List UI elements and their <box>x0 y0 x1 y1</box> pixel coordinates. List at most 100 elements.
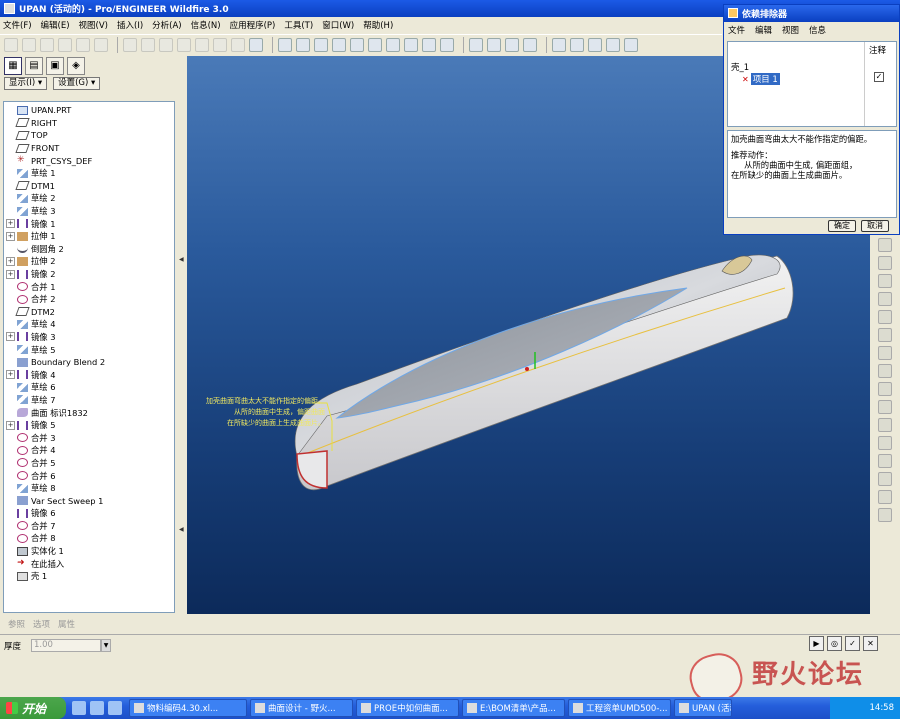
thickness-dropdown-icon[interactable]: ▼ <box>101 639 112 652</box>
spin-center-icon[interactable] <box>296 37 310 52</box>
zoom-out-icon[interactable] <box>350 37 364 52</box>
datum-axes-icon[interactable] <box>570 37 584 52</box>
print-icon[interactable] <box>58 37 72 52</box>
dialog-menu-info[interactable]: 信息 <box>809 24 826 36</box>
tree-item[interactable]: DTM2 <box>4 306 174 319</box>
show-dropdown[interactable]: 显示(I) ▾ <box>4 77 48 90</box>
tree-item[interactable]: + 镜像 3 <box>4 331 174 344</box>
favorites-tab-icon[interactable]: ▣ <box>46 57 64 75</box>
tree-item[interactable]: 合并 2 <box>4 293 174 306</box>
tree-item[interactable]: + 镜像 4 <box>4 368 174 381</box>
layers-icon[interactable] <box>422 37 436 52</box>
paste-special-icon[interactable] <box>213 37 227 52</box>
note-checkbox[interactable]: ✓ <box>874 72 884 82</box>
tree-item[interactable]: ✳ PRT_CSYS_DEF <box>4 154 174 167</box>
datum-points-icon[interactable] <box>588 37 602 52</box>
tree-item[interactable]: 合并 4 <box>4 444 174 457</box>
list-item[interactable]: 壳_1 <box>731 61 749 73</box>
menu-applications[interactable]: 应用程序(P) <box>230 19 276 31</box>
expand-toggle-icon[interactable]: + <box>6 370 15 380</box>
chamfer-tool-icon[interactable] <box>878 418 892 432</box>
tree-item[interactable]: 合并 8 <box>4 532 174 545</box>
hidden-line-icon[interactable] <box>487 37 501 52</box>
menu-tools[interactable]: 工具(T) <box>284 19 313 31</box>
tree-item[interactable]: 草绘 8 <box>4 482 174 495</box>
tree-item[interactable]: RIGHT <box>4 117 174 130</box>
undo-icon[interactable] <box>123 37 137 52</box>
send-icon[interactable] <box>94 37 108 52</box>
tree-item[interactable]: ➜ 在此插入 <box>4 557 174 570</box>
taskbar-item-active[interactable]: UPAN (活动的) - ... <box>674 699 732 717</box>
tree-item[interactable]: 合并 5 <box>4 457 174 470</box>
tree-item[interactable]: UPAN.PRT <box>4 104 174 117</box>
pause-icon[interactable]: ▶ <box>809 636 824 651</box>
view-manager-icon[interactable] <box>440 37 454 52</box>
tree-item[interactable]: 草绘 5 <box>4 343 174 356</box>
tree-item[interactable]: DTM1 <box>4 180 174 193</box>
mirror-tool-icon[interactable] <box>878 454 892 468</box>
tree-item[interactable]: 合并 6 <box>4 469 174 482</box>
boundary-blend-icon[interactable] <box>878 292 892 306</box>
list-item-selected[interactable]: ✕ 项目 1 <box>742 73 780 85</box>
menu-file[interactable]: 文件(F) <box>3 19 32 31</box>
expand-toggle-icon[interactable]: + <box>6 231 15 241</box>
menu-edit[interactable]: 编辑(E) <box>41 19 70 31</box>
desktop-icon[interactable] <box>72 701 86 715</box>
no-hidden-icon[interactable] <box>505 37 519 52</box>
datum-planes-icon[interactable] <box>552 37 566 52</box>
variable-sweep-icon[interactable] <box>878 274 892 288</box>
dialog-item-list[interactable]: 注释 壳_1 ✕ 项目 1 ✓ <box>727 41 897 127</box>
coordinate-systems-icon[interactable] <box>606 37 620 52</box>
email-icon[interactable] <box>76 37 90 52</box>
dialog-menu-edit[interactable]: 编辑 <box>755 24 772 36</box>
extrude-tool-icon[interactable] <box>878 238 892 252</box>
model-tree[interactable]: UPAN.PRT RIGHT TOP FRONT ✳ PRT_CSYS_DEF 草绘 1 DT… <box>3 101 175 613</box>
trim-tool-icon[interactable] <box>878 490 892 504</box>
apply-icon[interactable]: ✓ <box>845 636 860 651</box>
tree-item[interactable]: 草绘 3 <box>4 205 174 218</box>
tree-item[interactable]: 合并 7 <box>4 520 174 533</box>
preview-icon[interactable]: ◎ <box>827 636 842 651</box>
pattern-tool-icon[interactable] <box>878 436 892 450</box>
dialog-menu-view[interactable]: 视图 <box>782 24 799 36</box>
menu-analysis[interactable]: 分析(A) <box>152 19 181 31</box>
hole-tool-icon[interactable] <box>878 328 892 342</box>
cancel-button[interactable]: 取消 <box>861 220 889 232</box>
tree-item[interactable]: 草绘 4 <box>4 318 174 331</box>
tab-references[interactable]: 参照 <box>8 618 25 630</box>
expand-toggle-icon[interactable]: + <box>6 420 15 430</box>
tree-item[interactable]: TOP <box>4 129 174 142</box>
cancel-feature-icon[interactable]: ✕ <box>863 636 878 651</box>
save-icon[interactable] <box>40 37 54 52</box>
taskbar-item[interactable]: PROE中如何曲面... <box>356 699 459 717</box>
zoom-in-icon[interactable] <box>332 37 346 52</box>
collapse-arrow-icon[interactable]: ◀ <box>179 526 184 533</box>
menu-help[interactable]: 帮助(H) <box>363 19 393 31</box>
cut-icon[interactable] <box>159 37 173 52</box>
new-file-icon[interactable] <box>4 37 18 52</box>
model-tree-tab-icon[interactable]: ▦ <box>4 57 22 75</box>
menu-view[interactable]: 视图(V) <box>79 19 108 31</box>
tree-item[interactable]: 合并 1 <box>4 280 174 293</box>
tree-item[interactable]: Var Sect Sweep 1 <box>4 494 174 507</box>
shading-icon[interactable] <box>523 37 537 52</box>
selection-filter-icon[interactable] <box>249 37 263 52</box>
tab-properties[interactable]: 属性 <box>58 618 75 630</box>
regenerate-icon[interactable] <box>231 37 245 52</box>
tree-item[interactable]: 草绘 6 <box>4 381 174 394</box>
tree-item[interactable]: FRONT <box>4 142 174 155</box>
menu-window[interactable]: 窗口(W) <box>322 19 354 31</box>
tree-item[interactable]: 实体化 1 <box>4 545 174 558</box>
redo-icon[interactable] <box>141 37 155 52</box>
tree-item[interactable]: 壳 1 <box>4 570 174 583</box>
tree-item[interactable]: 草绘 2 <box>4 192 174 205</box>
dialog-menu-file[interactable]: 文件 <box>728 24 745 36</box>
collapse-arrow-icon[interactable]: ◀ <box>179 256 184 263</box>
expand-toggle-icon[interactable]: + <box>6 256 15 266</box>
tree-item[interactable]: 曲面 标识1832 <box>4 406 174 419</box>
round-tool-icon[interactable] <box>878 400 892 414</box>
repaint-icon[interactable] <box>278 37 292 52</box>
tree-item[interactable]: + 拉伸 2 <box>4 255 174 268</box>
open-file-icon[interactable] <box>22 37 36 52</box>
style-tool-icon[interactable] <box>878 310 892 324</box>
